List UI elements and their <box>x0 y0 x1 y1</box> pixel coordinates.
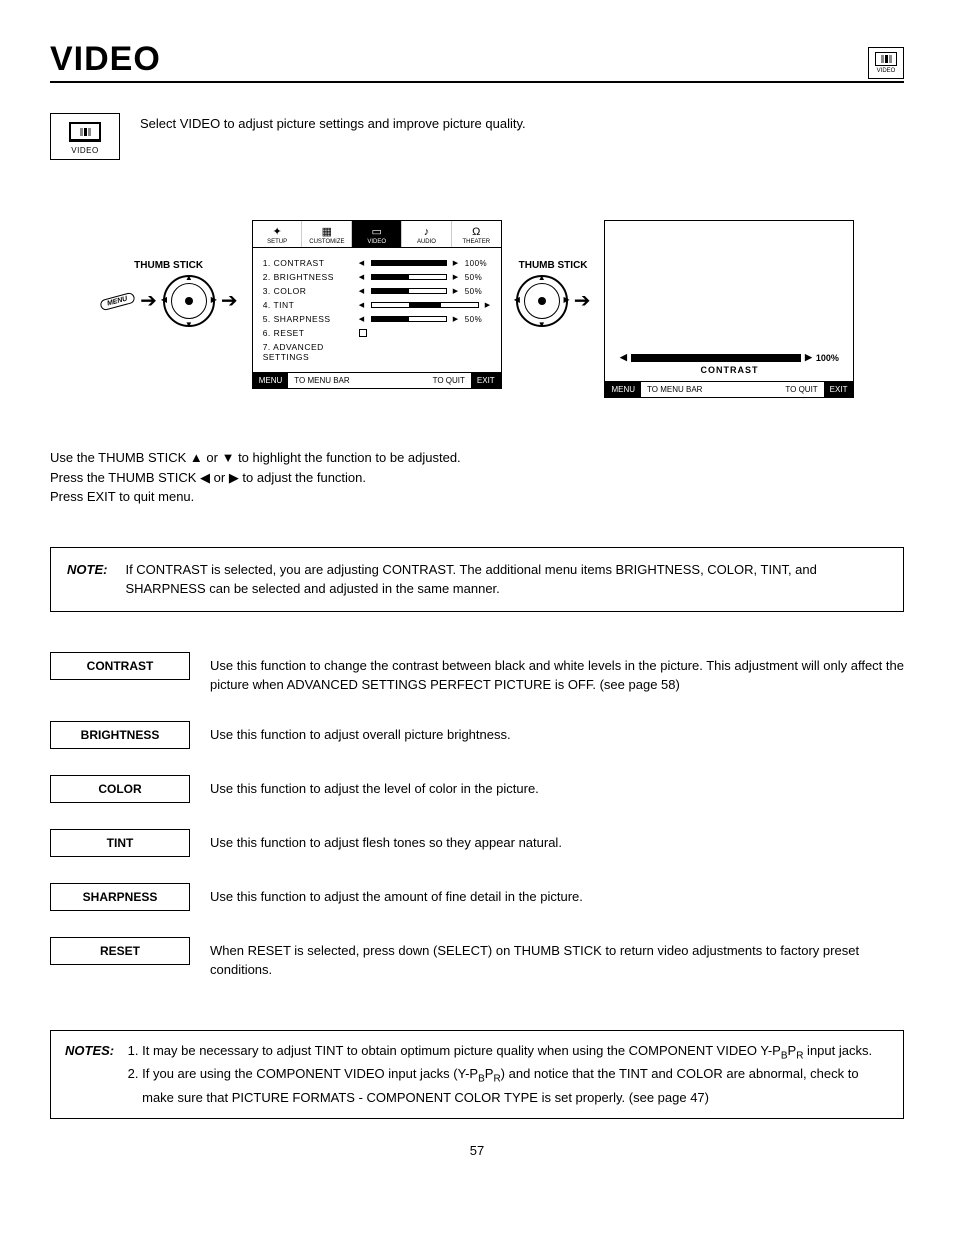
video-icon-label: VIDEO <box>877 68 896 74</box>
function-desc: Use this function to adjust flesh tones … <box>210 829 562 853</box>
osd-item: 3. COLOR◀▶50% <box>263 286 491 296</box>
osd-contrast: ◀ ▶ 100% CONTRAST MENU TO MENU BAR TO QU… <box>604 220 854 398</box>
dpad-icon: ▲▼◀▶ <box>516 275 568 327</box>
osd-tab-audio: ♪AUDIO <box>402 221 452 247</box>
function-label: TINT <box>50 829 190 857</box>
function-desc: Use this function to change the contrast… <box>210 652 904 695</box>
osd-item: 7. ADVANCED SETTINGS <box>263 342 491 362</box>
osd-footer: MENU TO MENU BAR TO QUIT EXIT <box>253 372 501 388</box>
instructions: Use the THUMB STICK ▲ or ▼ to highlight … <box>50 448 904 507</box>
notes-label: NOTES: <box>65 1041 114 1109</box>
function-row: RESET When RESET is selected, press down … <box>50 937 904 980</box>
function-desc: Use this function to adjust the level of… <box>210 775 539 799</box>
intro-icon-label: VIDEO <box>71 146 98 155</box>
arrow-icon: ➔ <box>140 291 157 311</box>
function-label: COLOR <box>50 775 190 803</box>
page-header: VIDEO VIDEO <box>50 40 904 83</box>
notes-list: It may be necessary to adjust TINT to ob… <box>124 1041 889 1109</box>
osd-tab-setup: ✦SETUP <box>253 221 303 247</box>
osd-tab-theater: ΩTHEATER <box>452 221 501 247</box>
video-icon: VIDEO <box>868 47 904 79</box>
contrast-value: 100% <box>816 353 839 363</box>
note-box: NOTE: If CONTRAST is selected, you are a… <box>50 547 904 612</box>
thumb-stick-left: THUMB STICK MENU ➔ ▲▼◀▶ ➔ <box>100 260 238 327</box>
intro-video-icon: VIDEO <box>50 113 120 160</box>
osd-tab-customize: ▦CUSTOMIZE <box>302 221 352 247</box>
osd-tab-video: ▭VIDEO <box>352 221 402 247</box>
contrast-slider <box>631 354 801 362</box>
arrow-icon: ➔ <box>221 291 238 311</box>
function-label: RESET <box>50 937 190 965</box>
triangle-left-icon: ◀ <box>620 352 627 363</box>
note-label: NOTE: <box>67 560 107 599</box>
osd-item: 2. BRIGHTNESS◀▶50% <box>263 272 491 282</box>
osd-item: 6. RESET <box>263 328 491 338</box>
osd-item: 4. TINT◀▶ <box>263 300 491 310</box>
osd-footer-2: MENU TO MENU BAR TO QUIT EXIT <box>605 381 853 397</box>
thumb-label-left: THUMB STICK <box>134 260 203 271</box>
function-row: CONTRAST Use this function to change the … <box>50 652 904 695</box>
thumb-stick-right: THUMB STICK ▲▼◀▶ ➔ <box>516 260 591 327</box>
osd-menu: ✦SETUP ▦CUSTOMIZE ▭VIDEO ♪AUDIO ΩTHEATER… <box>252 220 502 389</box>
osd-item: 1. CONTRAST◀▶100% <box>263 258 491 268</box>
notes-box: NOTES: It may be necessary to adjust TIN… <box>50 1030 904 1120</box>
diagram: THUMB STICK MENU ➔ ▲▼◀▶ ➔ ✦SETUP ▦CUSTOM… <box>50 220 904 398</box>
osd-tabs: ✦SETUP ▦CUSTOMIZE ▭VIDEO ♪AUDIO ΩTHEATER <box>253 221 501 248</box>
notes-item-1: It may be necessary to adjust TINT to ob… <box>142 1041 889 1065</box>
page-title: VIDEO <box>50 40 161 79</box>
function-desc: Use this function to adjust overall pict… <box>210 721 511 745</box>
intro-text: Select VIDEO to adjust picture settings … <box>140 113 526 133</box>
arrow-icon: ➔ <box>574 291 591 311</box>
note-text: If CONTRAST is selected, you are adjusti… <box>125 560 887 599</box>
contrast-caption: CONTRAST <box>700 365 758 375</box>
function-desc: When RESET is selected, press down (SELE… <box>210 937 904 980</box>
function-row: COLOR Use this function to adjust the lev… <box>50 775 904 803</box>
function-label: SHARPNESS <box>50 883 190 911</box>
function-row: TINT Use this function to adjust flesh to… <box>50 829 904 857</box>
function-label: BRIGHTNESS <box>50 721 190 749</box>
function-row: BRIGHTNESS Use this function to adjust ov… <box>50 721 904 749</box>
function-label: CONTRAST <box>50 652 190 680</box>
dpad-icon: ▲▼◀▶ <box>163 275 215 327</box>
page-number: 57 <box>50 1143 904 1158</box>
menu-badge: MENU <box>99 291 135 311</box>
thumb-label-right: THUMB STICK <box>519 260 588 271</box>
intro-row: VIDEO Select VIDEO to adjust picture set… <box>50 113 904 160</box>
triangle-right-icon: ▶ <box>805 352 812 363</box>
osd-item: 5. SHARPNESS◀▶50% <box>263 314 491 324</box>
notes-item-2: If you are using the COMPONENT VIDEO inp… <box>142 1064 889 1108</box>
function-list: CONTRAST Use this function to change the … <box>50 652 904 980</box>
function-desc: Use this function to adjust the amount o… <box>210 883 583 907</box>
function-row: SHARPNESS Use this function to adjust the… <box>50 883 904 911</box>
